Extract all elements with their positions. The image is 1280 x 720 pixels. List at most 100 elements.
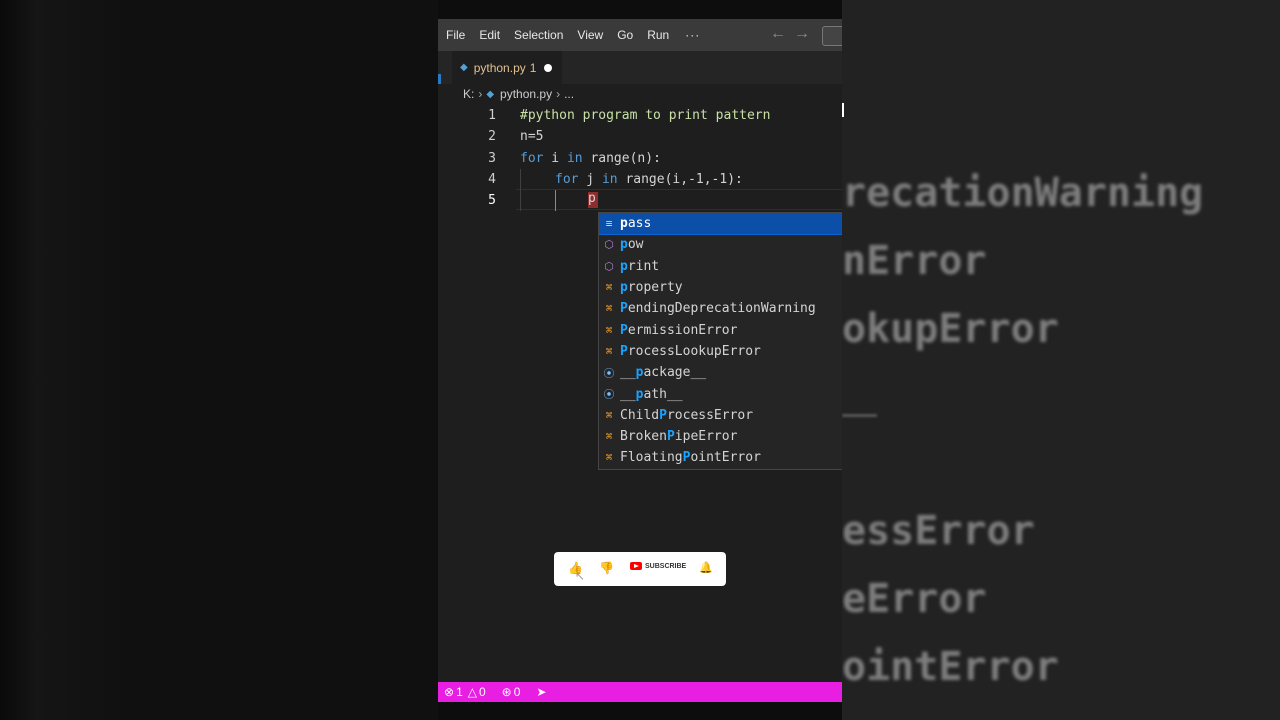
suggestion-rest: rocessLookupError bbox=[627, 343, 761, 359]
error-count: 1 bbox=[456, 685, 463, 699]
left-backdrop bbox=[0, 0, 438, 720]
keyword: for bbox=[520, 150, 544, 166]
backdrop-word: essError bbox=[842, 508, 1035, 554]
suggestion-label: PendingDeprecationWarning bbox=[620, 301, 816, 316]
forward-arrow-icon[interactable]: → bbox=[794, 25, 810, 43]
suggestion-label: PermissionError bbox=[620, 323, 737, 338]
tab-filename: python.py bbox=[473, 60, 526, 75]
chevron-right-icon: › bbox=[556, 87, 561, 101]
subscribe-label: SUBSCRIBE bbox=[645, 562, 687, 570]
suggestion-pre: Child bbox=[620, 407, 660, 423]
menu-more-icon[interactable]: ··· bbox=[683, 28, 702, 42]
suggestion-match: P bbox=[620, 322, 628, 338]
error-icon: ⊗ bbox=[444, 685, 455, 699]
class-icon: ⌘ bbox=[605, 281, 613, 295]
suggestion-label: __package__ bbox=[620, 365, 706, 380]
screen-cursor bbox=[842, 103, 844, 117]
suggestion-item[interactable]: ⌘ property bbox=[599, 277, 842, 298]
breadcrumb-symbol[interactable]: ... bbox=[564, 87, 574, 101]
suggestion-rest: rocessError bbox=[666, 407, 754, 423]
backdrop-dash bbox=[842, 414, 877, 417]
class-icon: ⌘ bbox=[605, 344, 613, 358]
code-token: j bbox=[578, 171, 602, 187]
suggestion-item[interactable]: ⦿ __package__ bbox=[599, 362, 842, 383]
blurred-backdrop: recationWarning nError okupError essErro… bbox=[842, 0, 1280, 720]
typed-text: p bbox=[588, 191, 596, 206]
suggestion-label: ProcessLookupError bbox=[620, 344, 761, 359]
autocomplete-list[interactable]: ≡ pass ⬡ pow ⬡ print ⌘ property ⌘ PendingDeprecat… bbox=[598, 212, 842, 470]
suggestion-item[interactable]: ⌘ ChildProcessError bbox=[599, 405, 842, 426]
status-bar: ⊗ 1 △ 0 ⊛ 0 ➤ bbox=[438, 682, 842, 702]
command-center[interactable] bbox=[822, 26, 842, 46]
suggestion-label: print bbox=[620, 259, 659, 274]
suggestion-rest: ointError bbox=[690, 450, 761, 466]
code-text: for i in range(n): bbox=[520, 148, 661, 169]
code-token: range(i,-1,-1): bbox=[617, 171, 743, 187]
live-share-icon[interactable]: ➤ bbox=[536, 685, 546, 699]
code-line: 3 for i in range(n): bbox=[438, 148, 842, 169]
line-number: 2 bbox=[488, 129, 496, 145]
keyword: for bbox=[555, 171, 579, 187]
youtube-logo-icon bbox=[630, 562, 642, 570]
vscode-window: File Edit Selection View Go Run ··· ← → … bbox=[438, 19, 842, 702]
subscribe-button[interactable]: SUBSCRIBE bbox=[630, 562, 686, 570]
backdrop-word: okupError bbox=[842, 306, 1059, 352]
breadcrumb-file[interactable]: python.py bbox=[500, 87, 552, 101]
indent-guide bbox=[555, 190, 556, 212]
menu-file[interactable]: File bbox=[444, 28, 467, 42]
backdrop-word: eError bbox=[842, 576, 987, 622]
radio-tower-icon: ⊛ bbox=[501, 685, 512, 699]
code-line: 4 for j in range(i,-1,-1): bbox=[438, 168, 842, 191]
chevron-right-icon: › bbox=[478, 87, 483, 101]
suggestion-item[interactable]: ⌘ ProcessLookupError bbox=[599, 341, 842, 362]
breadcrumb-drive[interactable]: K: bbox=[463, 87, 474, 101]
menu-selection[interactable]: Selection bbox=[512, 28, 565, 42]
back-arrow-icon[interactable]: ← bbox=[770, 25, 786, 43]
activity-marker bbox=[438, 74, 441, 84]
bell-icon[interactable]: 🔔 bbox=[699, 561, 713, 574]
suggestion-match: p bbox=[620, 216, 628, 232]
code-line: 1 #python program to print pattern bbox=[438, 105, 842, 126]
suggestion-item[interactable]: ⌘ PendingDeprecationWarning bbox=[599, 298, 842, 319]
suggestion-rest: ath__ bbox=[643, 386, 683, 402]
class-icon: ⌘ bbox=[605, 451, 613, 465]
suggestion-rest: roperty bbox=[627, 280, 683, 296]
suggestion-item[interactable]: ⦿ __path__ bbox=[599, 383, 842, 404]
backdrop-word: recationWarning bbox=[842, 170, 1204, 216]
suggestion-item[interactable]: ⌘ BrokenPipeError bbox=[599, 426, 842, 447]
code-area[interactable]: 1 #python program to print pattern 2 n=5… bbox=[438, 105, 842, 212]
suggestion-label: __path__ bbox=[620, 387, 683, 402]
unsaved-dot-icon[interactable] bbox=[544, 63, 553, 72]
backdrop-word: nError bbox=[842, 238, 987, 284]
menu-edit[interactable]: Edit bbox=[477, 28, 502, 42]
suggestion-rest: endingDeprecationWarning bbox=[627, 301, 816, 317]
suggestion-rest: ass bbox=[627, 216, 652, 232]
tab-python-py[interactable]: ◆ python.py 1 bbox=[452, 51, 563, 84]
python-file-icon: ◆ bbox=[486, 88, 495, 100]
suggestion-label: BrokenPipeError bbox=[620, 429, 737, 444]
suggestion-item[interactable]: ≡ pass bbox=[599, 213, 842, 236]
suggestion-item[interactable]: ⬡ print bbox=[599, 256, 842, 277]
code-token: range(n): bbox=[582, 150, 661, 166]
suggestion-match: p bbox=[620, 237, 628, 253]
class-icon: ⌘ bbox=[605, 430, 613, 444]
warning-icon: △ bbox=[467, 685, 477, 699]
suggestion-match: P bbox=[659, 407, 667, 423]
menu-run[interactable]: Run bbox=[645, 28, 671, 42]
code-text: for j in range(i,-1,-1): bbox=[555, 169, 743, 190]
suggestion-rest: ipeError bbox=[674, 429, 738, 445]
suggestion-pre: __ bbox=[620, 386, 636, 402]
suggestion-item[interactable]: ⌘ FloatingPointError bbox=[599, 447, 842, 468]
suggestion-match: P bbox=[620, 301, 628, 317]
suggestion-item[interactable]: ⬡ pow bbox=[599, 234, 842, 255]
suggestion-label: property bbox=[620, 280, 683, 295]
class-icon: ⌘ bbox=[605, 302, 613, 316]
keyword: in bbox=[566, 150, 583, 166]
problems-status[interactable]: ⊗ 1 △ 0 bbox=[444, 685, 488, 699]
line-number: 1 bbox=[488, 108, 496, 123]
thumbs-down-icon[interactable]: 👎 bbox=[599, 561, 614, 575]
menu-go[interactable]: Go bbox=[615, 28, 635, 42]
menu-view[interactable]: View bbox=[575, 28, 605, 42]
suggestion-item[interactable]: ⌘ PermissionError bbox=[599, 319, 842, 340]
ports-status[interactable]: ⊛ 0 bbox=[502, 685, 523, 699]
